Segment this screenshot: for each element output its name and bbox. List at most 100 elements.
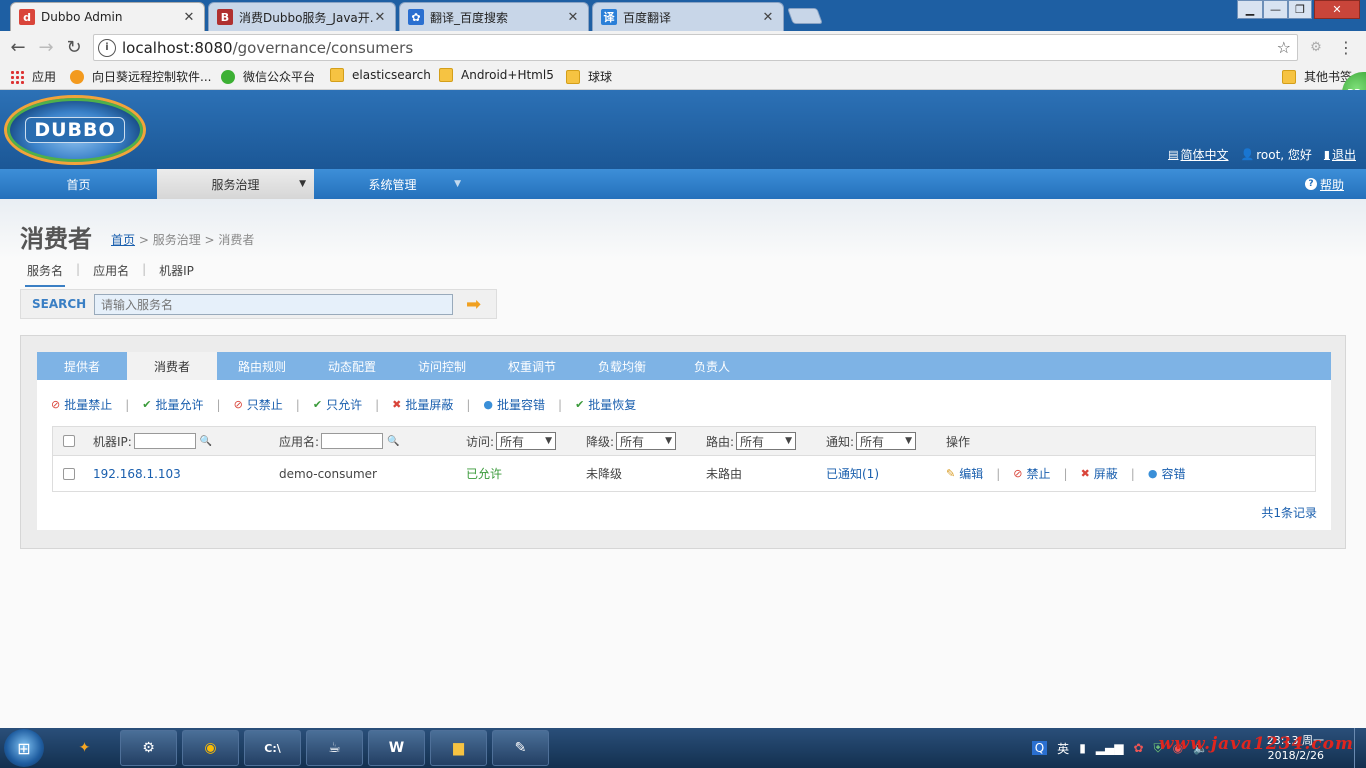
panel-tabs: 提供者 消费者 路由规则 动态配置 访问控制 权重调节 负载均衡 负责人 xyxy=(37,352,1331,380)
network-icon[interactable]: ▮ xyxy=(1079,741,1086,755)
row-checkbox[interactable] xyxy=(63,467,75,480)
bookmark-android-html5[interactable]: Android+Html5 xyxy=(439,68,554,82)
notify-status-link[interactable]: 已通知(1) xyxy=(826,456,879,491)
info-icon[interactable]: i xyxy=(98,38,116,57)
notify-filter-select[interactable]: 所有 ▼ xyxy=(856,432,917,450)
forbid-icon: ⊘ xyxy=(233,398,243,411)
taskbar-app-1[interactable]: ✦ xyxy=(56,730,113,766)
new-tab-button[interactable] xyxy=(787,8,823,24)
close-icon[interactable]: ✕ xyxy=(566,10,580,25)
search-tab-app-name[interactable]: 应用名 xyxy=(91,262,131,287)
bookmark-qiuqiu[interactable]: 球球 xyxy=(566,68,612,85)
only-forbid-button[interactable]: ⊘ 只禁止 xyxy=(234,396,283,413)
taskbar-cmd[interactable]: C:\ xyxy=(244,730,301,766)
app-name-label: 应用名: xyxy=(279,434,320,449)
tab-dubbo-article[interactable]: B 消费Dubbo服务_Java开... ✕ xyxy=(208,2,396,31)
language-link[interactable]: ▤ 简体中文 xyxy=(1168,146,1228,163)
menu-dots-icon[interactable]: ⋮ xyxy=(1334,35,1358,59)
degrade-filter-select[interactable]: 所有 ▼ xyxy=(616,432,677,450)
signal-icon[interactable]: ▂▄▆ xyxy=(1096,741,1124,755)
search-input[interactable] xyxy=(94,294,453,315)
language-indicator[interactable]: 英 xyxy=(1057,740,1069,757)
taskbar-chrome[interactable]: ◉ xyxy=(182,730,239,766)
app-icon: ✦ xyxy=(78,740,91,756)
close-icon[interactable]: ✕ xyxy=(373,10,387,25)
arrow-right-icon[interactable]: ➡ xyxy=(466,294,481,315)
antivirus-icon[interactable]: ✿ xyxy=(1133,741,1143,755)
extension-icon[interactable]: ⚙ xyxy=(1304,35,1328,59)
close-icon[interactable]: ✕ xyxy=(761,10,775,25)
dropdown-arrow-icon: ▼ xyxy=(454,179,461,189)
tab-routes[interactable]: 路由规则 xyxy=(217,352,307,380)
chevron-down-icon: ▼ xyxy=(545,436,553,446)
forbid-button[interactable]: ⊘ 禁止 xyxy=(1013,465,1050,482)
consumer-ip-link[interactable]: 192.168.1.103 xyxy=(93,456,181,491)
nav-system-management[interactable]: 系统管理 ▼ xyxy=(314,169,471,199)
batch-allow-button[interactable]: ✔ 批量允许 xyxy=(142,396,203,413)
nav-home[interactable]: 首页 xyxy=(0,169,157,199)
only-allow-button[interactable]: ✔ 只允许 xyxy=(313,396,362,413)
show-desktop-button[interactable] xyxy=(1354,728,1366,768)
tolerance-button[interactable]: ● 容错 xyxy=(1148,465,1186,482)
access-filter-select[interactable]: 所有 ▼ xyxy=(496,432,557,450)
bookmark-apps[interactable]: 应用 xyxy=(10,68,56,85)
dubbo-logo: DUBBO xyxy=(4,95,146,165)
user-icon: 👤 xyxy=(1240,148,1255,161)
logout-link[interactable]: ▮ 退出 xyxy=(1324,146,1356,163)
route-filter-select[interactable]: 所有 ▼ xyxy=(736,432,797,450)
taskbar-eclipse[interactable]: ⚙ xyxy=(120,730,177,766)
batch-forbid-button[interactable]: ⊘ 批量禁止 xyxy=(51,396,112,413)
breadcrumb-home[interactable]: 首页 xyxy=(111,233,135,247)
bookmark-sunflower[interactable]: 向日葵远程控制软件... xyxy=(70,68,211,85)
tab-owners[interactable]: 负责人 xyxy=(667,352,757,380)
edit-button[interactable]: ✎ 编辑 xyxy=(946,465,983,482)
bookmark-other[interactable]: 其他书签 xyxy=(1282,68,1352,85)
search-icon[interactable]: 🔍 xyxy=(387,436,399,447)
forward-arrow-icon[interactable]: → xyxy=(34,35,58,59)
tab-load-balance[interactable]: 负载均衡 xyxy=(577,352,667,380)
select-all-checkbox[interactable] xyxy=(63,435,75,447)
tab-providers[interactable]: 提供者 xyxy=(37,352,127,380)
back-arrow-icon[interactable]: ← xyxy=(6,35,30,59)
search-icon[interactable]: 🔍 xyxy=(200,436,212,447)
help-link[interactable]: ? 帮助 xyxy=(1304,169,1344,199)
nav-service-governance[interactable]: 服务治理 ▼ xyxy=(157,169,314,199)
tab-dubbo-admin[interactable]: d Dubbo Admin ✕ xyxy=(10,2,205,31)
taskbar-wps[interactable]: W xyxy=(368,730,425,766)
chrome-icon: ◉ xyxy=(204,740,217,756)
input-method-icon[interactable]: Q xyxy=(1031,741,1048,755)
tab-baidu-translate[interactable]: 译 百度翻译 ✕ xyxy=(592,2,784,31)
restore-button[interactable]: ❐ xyxy=(1288,0,1312,19)
batch-tolerance-button[interactable]: ● 批量容错 xyxy=(483,396,545,413)
batch-block-button[interactable]: ✖ 批量屏蔽 xyxy=(392,396,453,413)
bookmark-star-icon[interactable]: ☆ xyxy=(1277,38,1291,57)
minimize-button[interactable]: — xyxy=(1263,0,1288,19)
block-button[interactable]: ✖ 屏蔽 xyxy=(1081,465,1118,482)
user-profile-button[interactable]: ▁ xyxy=(1237,0,1263,19)
close-icon[interactable]: ✕ xyxy=(182,10,196,25)
notify-filter-label: 通知: xyxy=(826,434,855,449)
tab-weights[interactable]: 权重调节 xyxy=(487,352,577,380)
machine-ip-label: 机器IP: xyxy=(93,434,132,449)
batch-recover-button[interactable]: ✔ 批量恢复 xyxy=(575,396,636,413)
chevron-down-icon: ▼ xyxy=(785,436,793,446)
start-button[interactable]: ⊞ xyxy=(4,729,44,767)
user-greeting: 👤 root, 您好 xyxy=(1240,148,1312,162)
taskbar-notepad[interactable]: ✎ xyxy=(492,730,549,766)
search-tab-machine-ip[interactable]: 机器IP xyxy=(157,262,196,287)
tab-baidu-search[interactable]: ✿ 翻译_百度搜索 ✕ xyxy=(399,2,589,31)
search-type-tabs: 服务名 | 应用名 | 机器IP xyxy=(25,262,196,287)
taskbar-explorer[interactable]: ▆ xyxy=(430,730,487,766)
taskbar-java[interactable]: ☕ xyxy=(306,730,363,766)
bookmark-wechat[interactable]: 微信公众平台 xyxy=(221,68,315,85)
tab-dynamic-config[interactable]: 动态配置 xyxy=(307,352,397,380)
app-name-filter-input[interactable] xyxy=(321,433,384,449)
tab-consumers[interactable]: 消费者 xyxy=(127,352,217,380)
machine-ip-filter-input[interactable] xyxy=(133,433,196,449)
reload-icon[interactable]: ↻ xyxy=(62,35,86,59)
bookmark-elasticsearch[interactable]: elasticsearch xyxy=(330,68,431,82)
search-tab-service-name[interactable]: 服务名 xyxy=(25,262,66,287)
tab-access-control[interactable]: 访问控制 xyxy=(397,352,487,380)
window-close-button[interactable]: ✕ xyxy=(1314,0,1360,19)
address-bar[interactable]: i localhost:8080/governance/consumers ☆ xyxy=(93,34,1298,61)
